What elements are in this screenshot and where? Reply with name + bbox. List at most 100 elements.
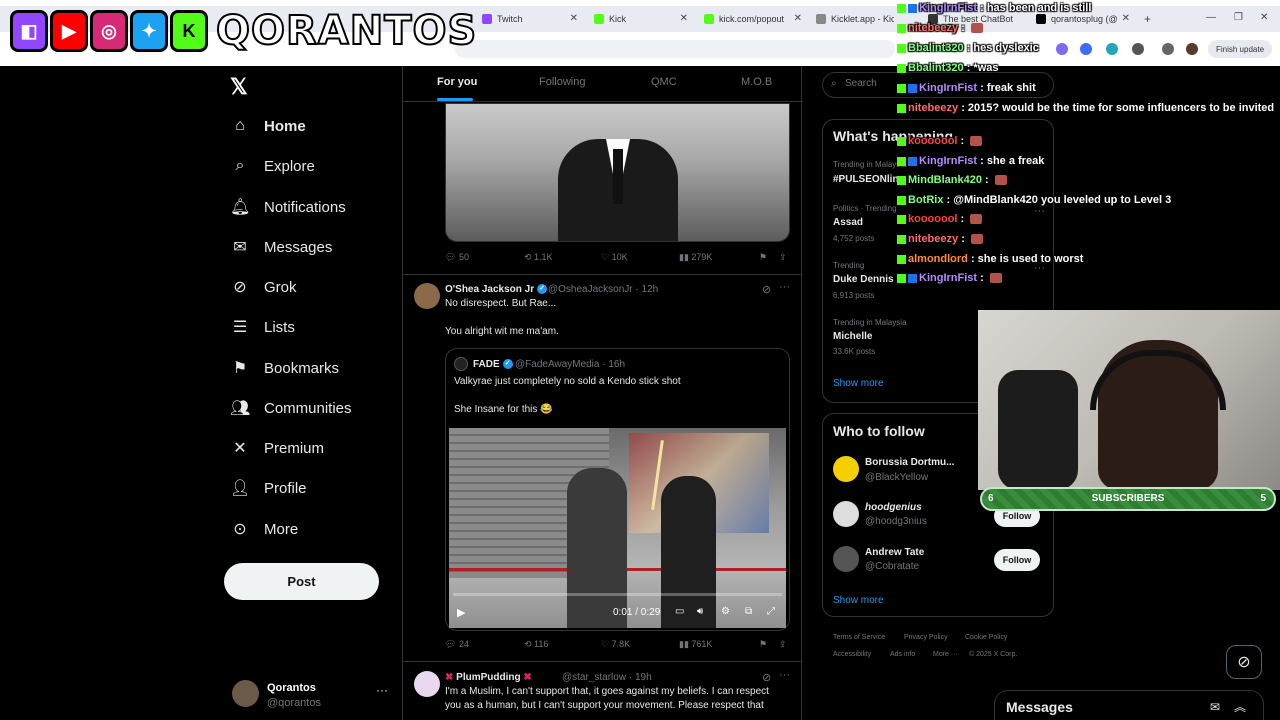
footer-link[interactable]: Accessibility bbox=[833, 651, 871, 658]
tweet-more-icon[interactable]: ··· bbox=[779, 281, 790, 293]
nav-bookmarks[interactable]: ⚑ Bookmarks bbox=[230, 353, 339, 383]
nav-premium[interactable]: ✕ Premium bbox=[230, 433, 324, 463]
nav-notifications[interactable]: 🔔︎ Notifications bbox=[230, 192, 346, 222]
nav-explore[interactable]: ⌕ Explore bbox=[230, 151, 315, 181]
bookmark-icon[interactable]: ⚑ bbox=[759, 639, 767, 650]
suggested-account-name[interactable]: hoodgenius bbox=[865, 502, 922, 513]
minimize-icon[interactable]: — bbox=[1206, 12, 1216, 23]
trend-item[interactable]: Duke Dennis bbox=[833, 274, 894, 285]
tab-for-you[interactable]: For you bbox=[437, 76, 477, 88]
account-name[interactable]: Qorantos bbox=[267, 682, 316, 694]
share-icon[interactable]: ⇪ bbox=[779, 252, 787, 263]
browser-tab-twitch[interactable]: Twitch ✕ bbox=[476, 8, 582, 30]
extension-icon[interactable] bbox=[1080, 43, 1092, 55]
reply-button[interactable]: 💬︎ 50 bbox=[445, 252, 469, 263]
trends-show-more[interactable]: Show more bbox=[833, 378, 884, 389]
tweet-author-name[interactable]: O'Shea Jackson Jr ✓ bbox=[445, 284, 548, 295]
sidebar-icon[interactable] bbox=[1162, 43, 1174, 55]
trend-item[interactable]: Michelle bbox=[833, 331, 872, 342]
extension-icon[interactable] bbox=[1106, 43, 1118, 55]
nav-lists[interactable]: ☰ Lists bbox=[230, 312, 295, 342]
grok-explain-icon[interactable]: ⊘ bbox=[762, 283, 771, 296]
account-avatar[interactable] bbox=[232, 680, 259, 707]
captions-icon[interactable]: ▭ bbox=[675, 606, 684, 617]
puzzle-icon[interactable] bbox=[1132, 43, 1144, 55]
maximize-icon[interactable]: ❐ bbox=[1234, 12, 1243, 23]
tweet-author-handle[interactable]: @OsheaJacksonJr · 12h bbox=[548, 284, 658, 295]
post-button[interactable]: Post bbox=[224, 563, 379, 600]
extension-icon[interactable] bbox=[1056, 43, 1068, 55]
play-icon[interactable]: ▶ bbox=[457, 606, 465, 619]
browser-tab-kicklet[interactable]: Kicklet.app - Kick bbox=[810, 8, 894, 30]
tweet-author-name[interactable]: ✖ PlumPudding ✖ bbox=[445, 672, 532, 683]
volume-icon[interactable]: 🔊︎ bbox=[697, 606, 703, 617]
tweet-actions: 💬︎ 50 ⟲ 1.1K ♡ 10K ▮▮ 279K ⚑ ⇪ bbox=[445, 252, 790, 266]
suggested-account-name[interactable]: Andrew Tate bbox=[865, 547, 924, 558]
like-button[interactable]: ♡ 7.8K bbox=[601, 639, 630, 650]
browser-tab-kick[interactable]: Kick ✕ bbox=[588, 8, 692, 30]
x-logo-icon[interactable]: 𝕏 bbox=[230, 74, 248, 100]
tab-qmc[interactable]: QMC bbox=[651, 76, 677, 88]
views-button[interactable]: ▮▮ 279K bbox=[679, 252, 712, 263]
suggested-account-name[interactable]: Borussia Dortmu... bbox=[865, 457, 954, 468]
nav-grok[interactable]: ⊘ Grok bbox=[230, 272, 296, 302]
close-tab-icon[interactable]: ✕ bbox=[1122, 13, 1130, 24]
nav-communities[interactable]: 👥︎ Communities bbox=[230, 393, 352, 423]
account-handle[interactable]: @qorantos bbox=[267, 697, 321, 709]
share-icon[interactable]: ⇪ bbox=[779, 639, 787, 650]
repost-button[interactable]: ⟲ 116 bbox=[524, 639, 548, 650]
footer-link[interactable]: Terms of Service bbox=[833, 634, 885, 641]
suggested-account-handle[interactable]: @BlackYellow bbox=[865, 472, 928, 483]
video-progress-track[interactable] bbox=[453, 593, 782, 596]
follow-show-more[interactable]: Show more bbox=[833, 595, 884, 606]
account-more-icon[interactable]: ··· bbox=[376, 683, 388, 697]
tweet-author-handle[interactable]: @star_starlow · 19h bbox=[562, 672, 652, 683]
close-tab-icon[interactable]: ✕ bbox=[570, 13, 578, 24]
tweet-author-avatar[interactable] bbox=[414, 283, 440, 309]
tweet-author-avatar[interactable] bbox=[414, 671, 440, 697]
footer-link[interactable]: More ··· bbox=[933, 651, 958, 658]
views-button[interactable]: ▮▮ 761K bbox=[679, 639, 712, 650]
bookmark-icon[interactable]: ⚑ bbox=[759, 252, 767, 263]
repost-button[interactable]: ⟲ 1.1K bbox=[524, 252, 553, 263]
footer-link[interactable]: Cookie Policy bbox=[965, 634, 1007, 641]
new-tab-icon[interactable]: + bbox=[1144, 12, 1151, 26]
fullscreen-icon[interactable]: ⤢ bbox=[767, 606, 775, 617]
expand-icon[interactable]: ︽ bbox=[1234, 698, 1246, 715]
trend-item[interactable]: #PULSEONline bbox=[833, 174, 904, 185]
close-window-icon[interactable]: ✕ bbox=[1260, 12, 1268, 23]
finish-update-button[interactable]: Finish update bbox=[1208, 40, 1272, 58]
trend-item[interactable]: Assad bbox=[833, 217, 863, 228]
suggested-account-handle[interactable]: @Cobratate bbox=[865, 561, 919, 572]
nav-more[interactable]: ⊙ More bbox=[230, 514, 298, 544]
close-tab-icon[interactable]: ✕ bbox=[794, 13, 802, 24]
grok-icon[interactable]: ⊘ bbox=[1226, 645, 1262, 679]
grok-explain-icon[interactable]: ⊘ bbox=[762, 671, 771, 684]
footer-link[interactable]: Ads info bbox=[890, 651, 915, 658]
twitch-logo-icon: ◧ bbox=[10, 10, 48, 52]
footer-link[interactable]: Privacy Policy bbox=[904, 634, 948, 641]
nav-messages[interactable]: ✉ Messages bbox=[230, 232, 332, 262]
follow-button[interactable]: Follow bbox=[994, 549, 1040, 571]
browser-tab-kick-popout[interactable]: kick.com/popout ✕ bbox=[698, 8, 806, 30]
tweet-more-icon[interactable]: ··· bbox=[779, 669, 790, 681]
suggested-account-handle[interactable]: @hoodg3nius bbox=[865, 516, 927, 527]
like-button[interactable]: ♡ 10K bbox=[601, 252, 628, 263]
close-tab-icon[interactable]: ✕ bbox=[680, 13, 688, 24]
address-bar[interactable] bbox=[455, 40, 895, 58]
subscriber-label: SUBSCRIBERS bbox=[1091, 493, 1165, 504]
suggested-account-avatar[interactable] bbox=[833, 501, 859, 527]
profile-avatar[interactable] bbox=[1186, 43, 1198, 55]
compose-message-icon[interactable]: ✉ bbox=[1210, 700, 1220, 714]
suggested-account-avatar[interactable] bbox=[833, 546, 859, 572]
tweet-image[interactable] bbox=[445, 103, 790, 242]
suggested-account-avatar[interactable] bbox=[833, 456, 859, 482]
video-player[interactable]: ▶ 0:01 / 0:29 ▭ 🔊︎ ⚙ ⧉ ⤢ bbox=[449, 428, 786, 628]
tab-mob[interactable]: M.O.B bbox=[741, 76, 772, 88]
nav-home[interactable]: ⌂ Home bbox=[230, 111, 306, 141]
nav-profile[interactable]: 👤︎ Profile bbox=[230, 473, 307, 503]
popout-icon[interactable]: ⧉ bbox=[745, 606, 752, 617]
settings-icon[interactable]: ⚙ bbox=[721, 606, 730, 617]
reply-button[interactable]: 💬︎ 24 bbox=[445, 639, 469, 650]
tab-following[interactable]: Following bbox=[539, 76, 585, 88]
